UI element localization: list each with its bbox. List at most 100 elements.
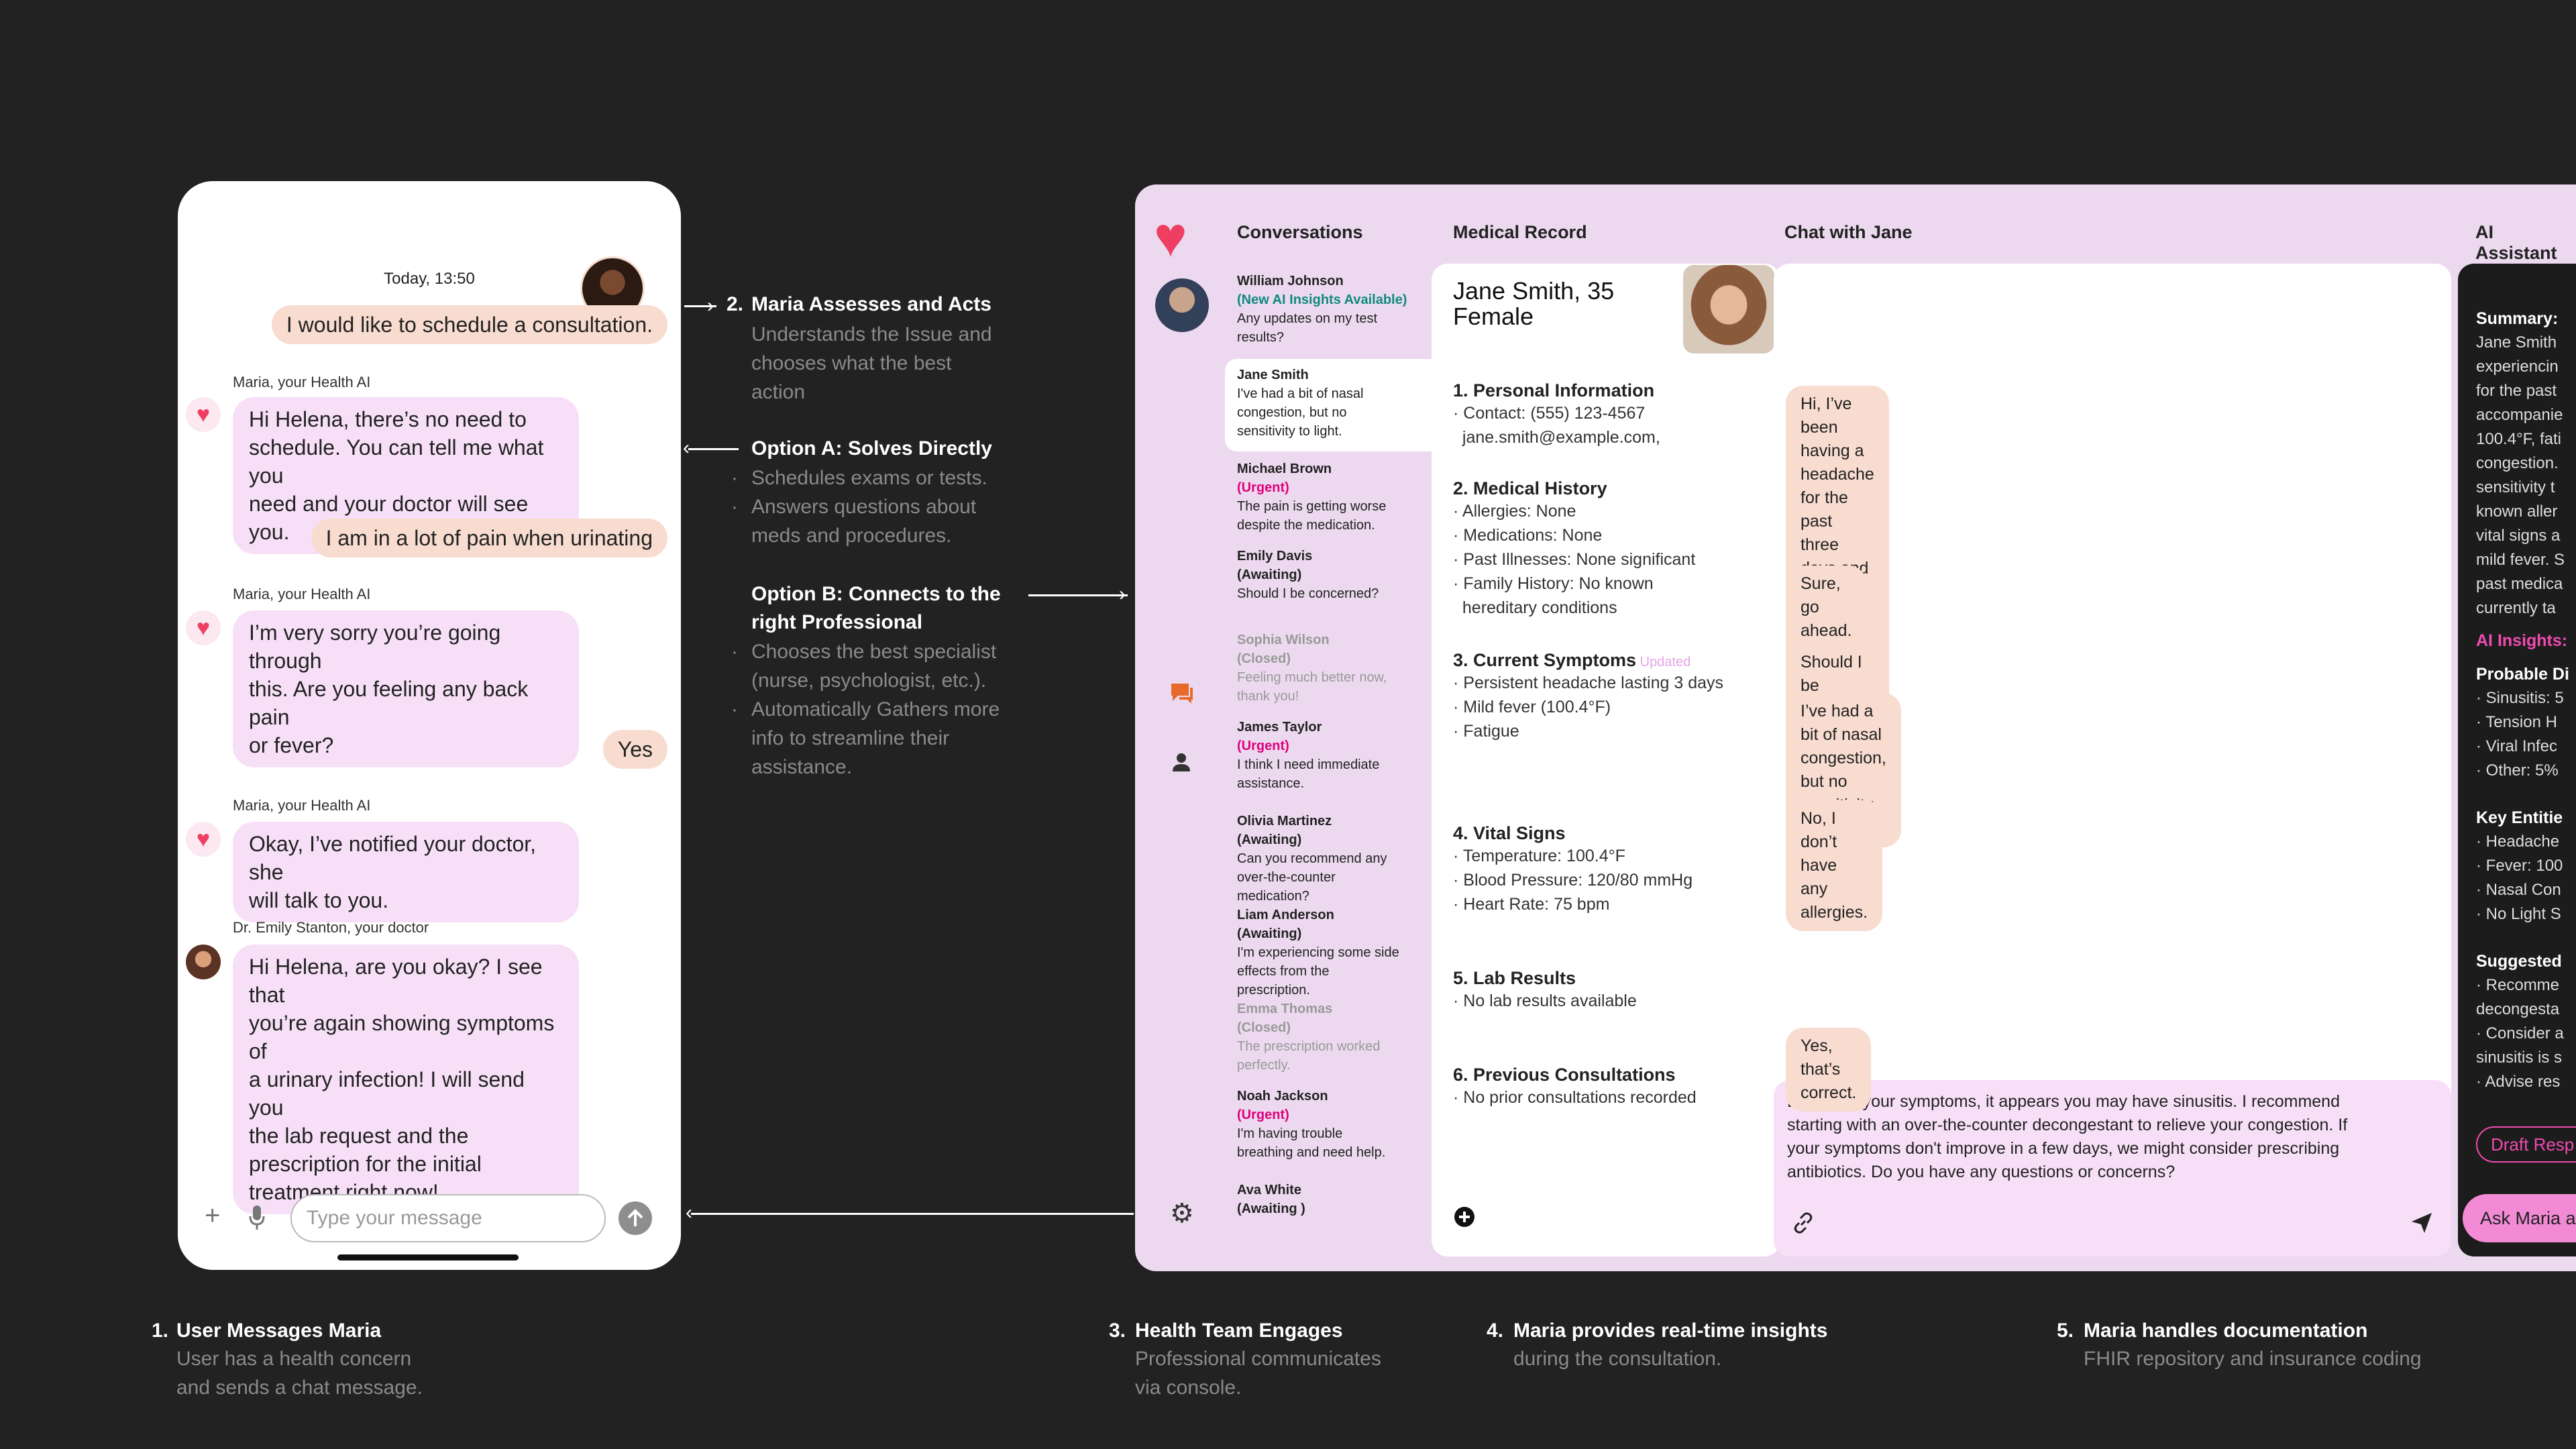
record-heading-text: 1. Personal Information xyxy=(1453,380,1655,400)
record-heading: 2. Medical History xyxy=(1453,478,1695,499)
user-message: I would like to schedule a consultation. xyxy=(271,305,667,344)
doctor-avatar[interactable] xyxy=(1155,278,1209,332)
step-number: 2. xyxy=(727,293,744,315)
list-item: · Answers questions about xyxy=(731,492,987,521)
patient-message: Sure, go ahead. xyxy=(1786,566,1867,649)
ai-heading: Suggested xyxy=(2476,952,2562,971)
conversation-item[interactable]: William Johnson (New AI Insights Availabl… xyxy=(1237,272,1432,347)
ai-heading: Probable Di xyxy=(2476,665,2569,684)
conversation-status: (Closed) xyxy=(1237,651,1291,666)
conversation-name: William Johnson xyxy=(1237,274,1344,288)
conversation-status: (Urgent) xyxy=(1237,480,1289,495)
conversation-preview: The pain is getting worse xyxy=(1237,499,1387,514)
arrow-head: › xyxy=(1119,583,1126,605)
step-title: Health Team Engages xyxy=(1135,1320,1343,1342)
list-text: Answers questions about xyxy=(751,496,977,518)
list-item: · Automatically Gathers more xyxy=(731,695,1000,724)
list-item: meds and procedures. xyxy=(731,521,987,550)
chat-icon[interactable] xyxy=(1169,681,1195,705)
step-description: User has a health concern and sends a cha… xyxy=(176,1344,423,1402)
list-item: (nurse, psychologist, etc.). xyxy=(731,666,1000,695)
conversation-item[interactable]: Michael Brown (Urgent) The pain is getting… xyxy=(1237,460,1432,535)
heart-icon: ♥ xyxy=(186,822,221,857)
conversation-item[interactable]: Emma Thomas (Closed) The prescription work… xyxy=(1237,1000,1432,1075)
record-heading-text: 5. Lab Results xyxy=(1453,968,1576,988)
sender-label: Maria, your Health AI xyxy=(233,374,371,390)
conversation-preview: breathing and need help. xyxy=(1237,1145,1386,1160)
conversation-preview: I've had a bit of nasal xyxy=(1237,386,1364,401)
text-line: I’m very sorry you’re going through xyxy=(249,621,501,673)
conversation-item[interactable]: Jane Smith I've had a bit of nasal congest… xyxy=(1237,366,1432,441)
option-a-list: · Schedules exams or tests. · Answers quest… xyxy=(731,464,987,550)
text-line: Professional communicates xyxy=(1135,1348,1381,1370)
text-line: starting with an over-the-counter decong… xyxy=(1787,1116,2348,1134)
conversation-preview: Any updates on my test xyxy=(1237,311,1378,326)
conversations-header: Conversations xyxy=(1237,222,1363,242)
conversation-status: (Awaiting) xyxy=(1237,833,1302,847)
conversation-preview: Feeling much better now, xyxy=(1237,670,1387,685)
ai-summary-line: experiencin xyxy=(2476,358,2559,376)
ai-suggestion-line: sinusitis is s xyxy=(2476,1049,2563,1067)
conversation-item[interactable]: Olivia Martinez (Awaiting) Can you recomme… xyxy=(1237,812,1432,906)
attach-icon[interactable] xyxy=(1791,1211,1815,1235)
text-line: during the consultation. xyxy=(1513,1348,1722,1370)
option-b-title: Option B: Connects to the right Professio… xyxy=(751,580,1001,637)
conversation-preview: thank you! xyxy=(1237,689,1299,704)
text-line: the lab request and the xyxy=(249,1124,469,1148)
text-line: a urinary infection! I will send you xyxy=(249,1067,525,1120)
ai-heading: Key Entitie xyxy=(2476,808,2563,827)
ai-diagnosis-line: · Other: 5% xyxy=(2476,761,2559,780)
conversation-item[interactable]: Ava White (Awaiting ) xyxy=(1237,1181,1432,1218)
arrow xyxy=(1028,594,1128,596)
ai-entity-line: · Headache xyxy=(2476,833,2560,851)
person-icon[interactable] xyxy=(1171,752,1191,772)
conversation-item[interactable]: Noah Jackson (Urgent) I'm having trouble br… xyxy=(1237,1087,1432,1162)
list-text: assistance. xyxy=(751,756,853,778)
conversation-status: (Urgent) xyxy=(1237,739,1289,753)
settings-icon[interactable]: ⚙ xyxy=(1170,1200,1194,1227)
bullet: · xyxy=(731,641,738,663)
record-line: · Contact: (555) 123-4567 xyxy=(1453,404,1646,423)
arrow-head: ‹ xyxy=(683,437,690,459)
record-line: · Past Illnesses: None significant xyxy=(1453,550,1696,569)
step-number: 4. xyxy=(1487,1320,1504,1342)
text-line: Okay, I’ve notified your doctor, she xyxy=(249,832,537,884)
send-icon[interactable] xyxy=(618,1201,653,1236)
conversation-preview: Should I be concerned? xyxy=(1237,586,1379,601)
conversation-status: (New AI Insights Available) xyxy=(1237,292,1407,307)
patient-message: Yes, that’s correct. xyxy=(1786,1028,1872,1112)
conversation-status: (Awaiting ) xyxy=(1237,1201,1305,1216)
conversation-item[interactable]: Emily Davis (Awaiting) Should I be concern… xyxy=(1237,547,1432,603)
conversation-item[interactable]: Liam Anderson (Awaiting) I'm experiencing … xyxy=(1237,906,1432,1000)
heart-icon: ♥ xyxy=(186,397,221,432)
text-line: you’re again showing symptoms of xyxy=(249,1011,555,1063)
conversation-preview: prescription. xyxy=(1237,983,1310,998)
send-icon[interactable] xyxy=(2410,1211,2434,1235)
conversation-name: Emma Thomas xyxy=(1237,1002,1333,1016)
record-heading: 4. Vital Signs xyxy=(1453,823,1693,844)
draft-response-text[interactable]: Based on your symptoms, it appears you m… xyxy=(1787,1090,2438,1184)
add-icon[interactable] xyxy=(1453,1205,1476,1228)
text-line: or fever? xyxy=(249,733,334,757)
mic-icon[interactable] xyxy=(248,1204,266,1231)
text-line: No, I don’t have any allergies. xyxy=(1801,809,1868,922)
text-line: will talk to you. xyxy=(249,888,389,912)
doctor-avatar xyxy=(186,945,221,979)
conversation-item[interactable]: James Taylor (Urgent) I think I need immed… xyxy=(1237,718,1432,793)
record-section: 1. Personal Information · Contact: (555) … xyxy=(1453,380,1660,449)
draft-response-button[interactable]: Draft Resp xyxy=(2476,1126,2576,1163)
conversation-item[interactable]: Sophia Wilson (Closed) Feeling much better… xyxy=(1237,631,1432,706)
text-line: User has a health concern xyxy=(176,1348,412,1370)
text-line: Hi Helena, are you okay? I see that xyxy=(249,955,543,1007)
list-text: (nurse, psychologist, etc.). xyxy=(751,669,987,692)
conversation-status: (Awaiting) xyxy=(1237,568,1302,582)
ai-entity-line: · No Light S xyxy=(2476,905,2561,923)
step-title: User Messages Maria xyxy=(176,1320,382,1342)
record-heading-text: 2. Medical History xyxy=(1453,478,1607,498)
ai-suggestion-line: · Advise res xyxy=(2476,1073,2561,1091)
ask-maria-button[interactable]: Ask Maria an xyxy=(2463,1194,2576,1242)
ai-heading: Summary: xyxy=(2476,309,2559,328)
message-input[interactable]: Type your message xyxy=(290,1194,606,1242)
ai-suggestion-line: decongesta xyxy=(2476,1000,2560,1018)
plus-icon[interactable]: + xyxy=(205,1202,220,1229)
